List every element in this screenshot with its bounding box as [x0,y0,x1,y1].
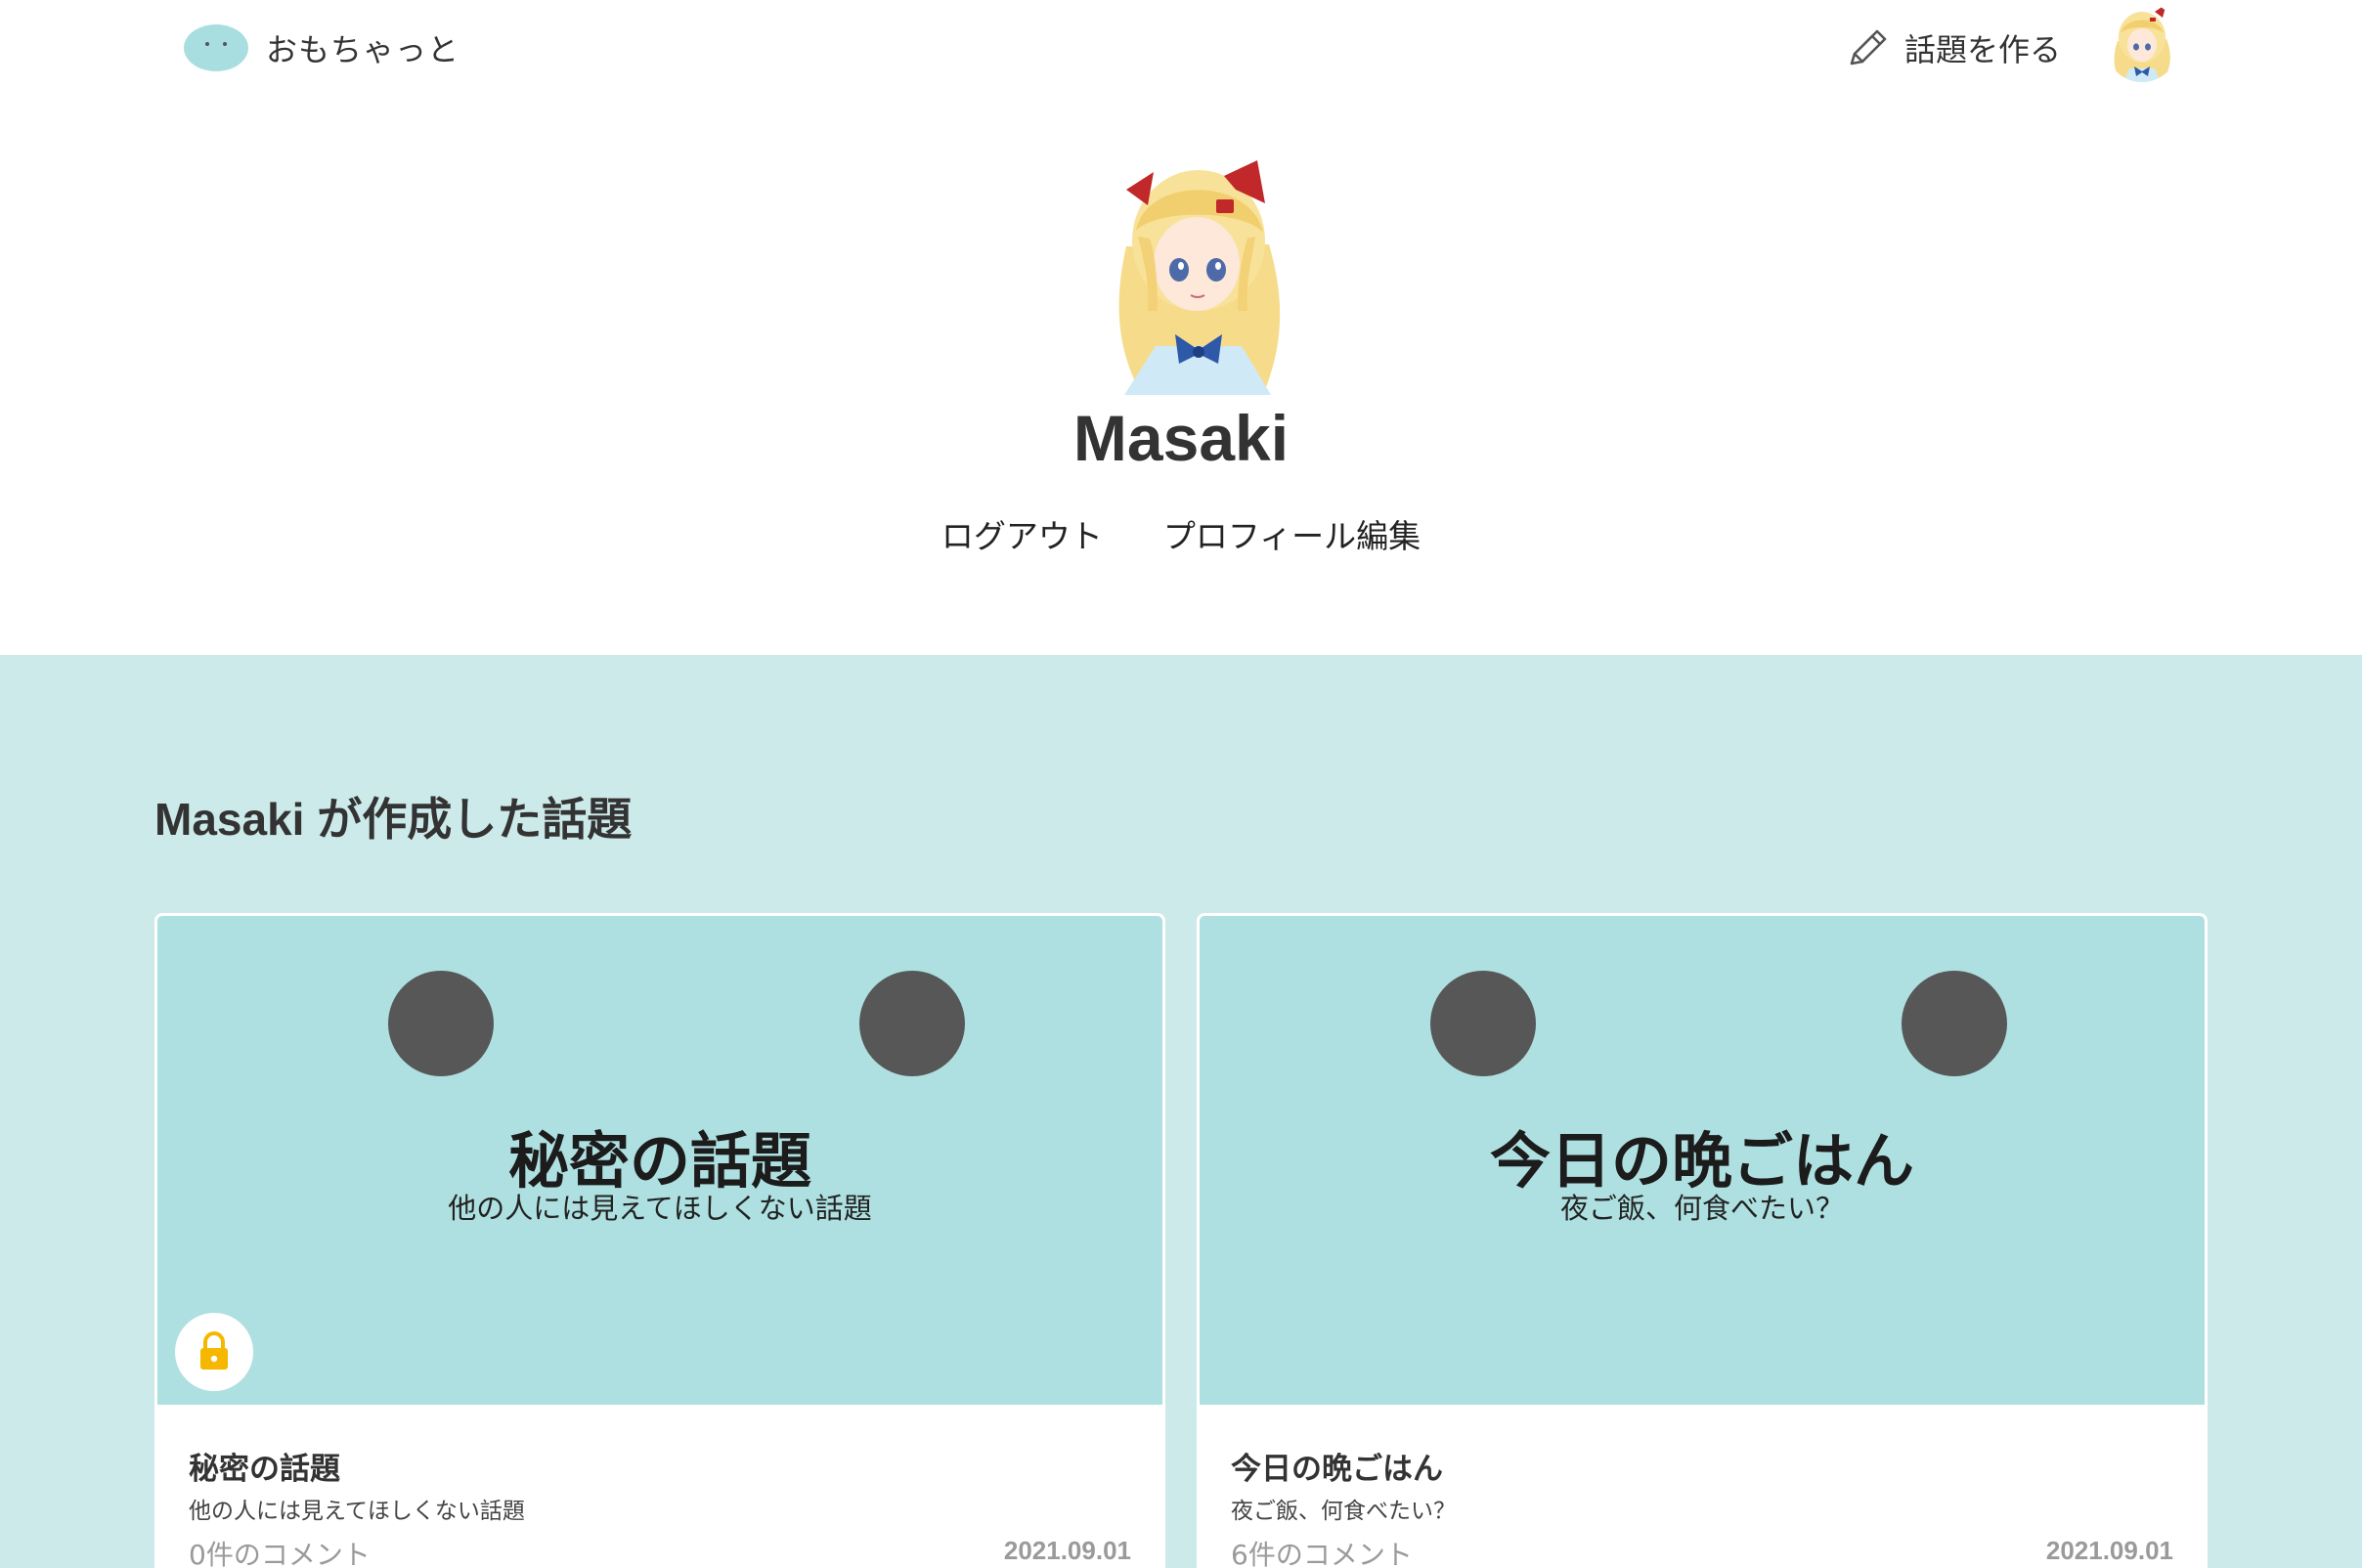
mochi-logo-icon [184,24,248,71]
create-topic-button[interactable]: 話題を作る [1842,22,2061,74]
card-description: 夜ご飯、何食べたい？ [1231,1499,1456,1524]
topic-thumbnail: 秘密の話題 他の人には見えてほしくない話題 [157,916,1162,1405]
header-avatar[interactable] [2104,2,2180,82]
card-date: 2021.09.01 [2045,1536,2173,1565]
brand-name: おもちゃっと [266,31,460,68]
topic-thumbnail: 今日の晩ごはん 夜ご飯、何食べたい？ [1200,916,2205,1405]
create-topic-label: 話題を作る [1904,31,2062,68]
mochi-eye-icon [859,971,965,1076]
topic-card[interactable]: 秘密の話題 他の人には見えてほしくない話題 秘密の話題 他の人には見えてほしくな… [154,913,1165,1568]
pencil-icon [1850,29,1887,65]
thumbnail-subtitle: 他の人には見えてほしくない話題 [448,1192,872,1225]
lock-badge [175,1313,253,1391]
section-title: Masaki が作成した話題 [154,794,633,845]
topics-section: Masaki が作成した話題 秘密の話題 他の人には見えてほしくない話題 秘密の… [0,655,2362,1568]
anime-girl-avatar-icon [1118,160,1281,395]
profile-name: Masaki [1072,402,1290,474]
card-date: 2021.09.01 [1003,1536,1131,1565]
brand-link[interactable]: おもちゃっと [184,23,459,72]
header: おもちゃっと 話題を作る [0,0,2362,94]
card-title: 今日の晩ごはん [1231,1452,1443,1487]
profile-avatar [1099,154,1294,395]
mochi-eye-icon [388,971,494,1076]
thumbnail-subtitle: 夜ご飯、何食べたい？ [1559,1192,1844,1225]
logout-link[interactable]: ログアウト [941,510,1103,557]
lock-icon [200,1331,228,1370]
profile-links: ログアウト プロフィール編集 [0,510,2362,557]
comment-count: 6件のコメント [1231,1539,1413,1568]
card-title: 秘密の話題 [189,1452,340,1487]
topic-card[interactable]: 今日の晩ごはん 夜ご飯、何食べたい？ 今日の晩ごはん 夜ご飯、何食べたい？ 6件… [1197,913,2208,1568]
comment-count: 0件のコメント [189,1539,371,1568]
card-description: 他の人には見えてほしくない話題 [189,1499,525,1524]
edit-profile-link[interactable]: プロフィール編集 [1163,510,1421,557]
mochi-eye-icon [1430,971,1536,1076]
mochi-eye-icon [1902,971,2007,1076]
anime-girl-avatar-icon [2114,4,2170,82]
